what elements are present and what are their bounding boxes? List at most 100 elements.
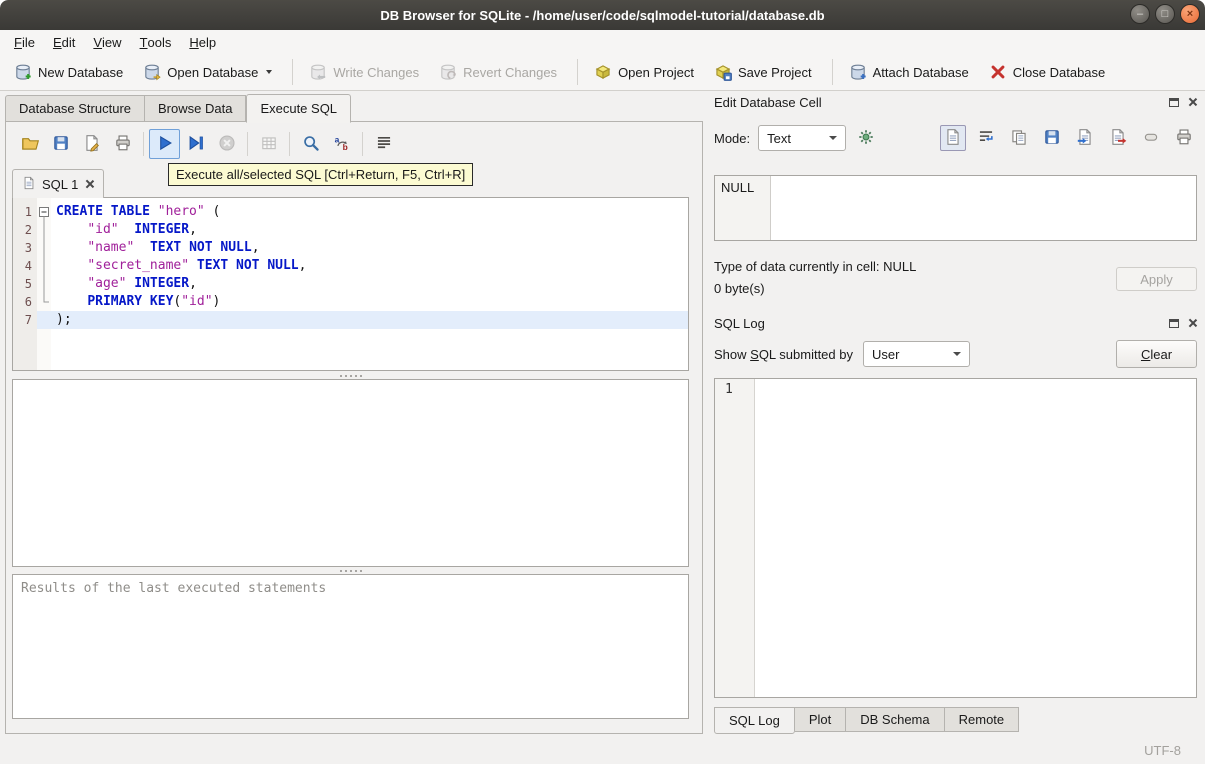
sql-code-line: 1 CREATE TABLE "hero" ( bbox=[13, 203, 688, 221]
toolbar-separator bbox=[143, 132, 144, 156]
cell-size-info: 0 byte(s) bbox=[714, 281, 765, 296]
toolbar-button-label: New Database bbox=[38, 64, 124, 80]
format-sql-button[interactable] bbox=[368, 129, 399, 159]
sql-log-dock-header: SQL Log bbox=[714, 314, 1197, 332]
auto-switch-mode-button[interactable] bbox=[853, 125, 879, 151]
word-wrap-button[interactable] bbox=[973, 125, 999, 151]
open-sql-file-button[interactable] bbox=[14, 129, 45, 159]
save-project-button[interactable]: Save Project bbox=[706, 58, 820, 86]
fold-margin[interactable] bbox=[37, 203, 51, 221]
dock-float-button[interactable] bbox=[1169, 318, 1179, 328]
sql-editor[interactable]: 1 CREATE TABLE "hero" (2 "id" INTEGER, 3 "… bbox=[12, 197, 689, 371]
results-placeholder: Results of the last executed statements bbox=[21, 581, 327, 596]
replace-icon: ab bbox=[333, 134, 351, 155]
export-button[interactable] bbox=[1105, 125, 1131, 151]
log-filter-combobox[interactable]: User bbox=[863, 341, 970, 367]
open-database-button[interactable]: Open Database bbox=[135, 58, 280, 86]
results-grid[interactable] bbox=[12, 379, 689, 567]
save-as-button[interactable] bbox=[1039, 125, 1065, 151]
toolbar-button-label: Write Changes bbox=[333, 64, 420, 80]
find-button[interactable] bbox=[295, 129, 326, 159]
menu-file[interactable]: File bbox=[5, 30, 44, 54]
maximize-button[interactable]: □ bbox=[1155, 4, 1175, 24]
close-tab-icon[interactable] bbox=[84, 179, 94, 189]
execute-all-icon bbox=[156, 134, 174, 155]
apply-button: Apply bbox=[1116, 267, 1197, 291]
statusbar: UTF-8 bbox=[0, 736, 1205, 764]
log-line-number: 1 bbox=[715, 379, 755, 697]
toolbar-button-label: Attach Database bbox=[872, 64, 969, 80]
export-results-icon bbox=[260, 134, 278, 155]
menubar: File Edit View Tools Help bbox=[0, 30, 1205, 54]
execute-line-button[interactable] bbox=[180, 129, 211, 159]
toolbar-separator bbox=[831, 59, 833, 85]
minimize-button[interactable]: – bbox=[1130, 4, 1150, 24]
sql-code-line: 7); bbox=[13, 311, 688, 329]
text-document-button[interactable] bbox=[940, 125, 966, 151]
tab-browse-data[interactable]: Browse Data bbox=[145, 95, 247, 122]
mode-combobox[interactable]: Text bbox=[758, 125, 847, 151]
clear-button-label: Clear bbox=[1140, 346, 1173, 362]
print-icon bbox=[1175, 128, 1193, 149]
dock-close-button[interactable] bbox=[1187, 97, 1197, 107]
dock-close-button[interactable] bbox=[1187, 318, 1197, 328]
revert-changes-icon bbox=[439, 63, 457, 81]
splitter-handle[interactable] bbox=[12, 567, 689, 574]
sql-editor-lines: 1 CREATE TABLE "hero" (2 "id" INTEGER, 3 "… bbox=[13, 203, 688, 329]
menu-edit[interactable]: Edit bbox=[44, 30, 84, 54]
sql-code-line: 5 "age" INTEGER, bbox=[13, 275, 688, 293]
menu-view[interactable]: View bbox=[84, 30, 130, 54]
print-button[interactable] bbox=[1171, 125, 1197, 151]
copy-icon bbox=[1010, 128, 1028, 149]
sql-tab[interactable]: SQL 1 bbox=[12, 169, 105, 198]
open-project-button[interactable]: Open Project bbox=[586, 58, 702, 86]
dock-float-button[interactable] bbox=[1169, 97, 1179, 107]
line-number: 4 bbox=[24, 259, 32, 273]
cell-edit-area[interactable]: NULL bbox=[714, 175, 1197, 241]
fold-margin bbox=[37, 239, 51, 257]
close-database-button[interactable]: Close Database bbox=[981, 58, 1114, 86]
main-tab-bar: Database Structure Browse Data Execute SQL bbox=[5, 94, 352, 123]
tab-execute-sql[interactable]: Execute SQL bbox=[246, 94, 352, 123]
main-toolbar: New Database Open Database Write Changes Re… bbox=[0, 54, 1205, 91]
save-sql-as-button[interactable] bbox=[76, 129, 107, 159]
attach-database-button[interactable]: Attach Database bbox=[841, 58, 977, 86]
save-sql-file-button[interactable] bbox=[45, 129, 76, 159]
new-database-button[interactable]: New Database bbox=[6, 58, 131, 86]
set-null-button[interactable] bbox=[1138, 125, 1164, 151]
open-database-icon bbox=[143, 63, 161, 81]
dock-tab-db-schema[interactable]: DB Schema bbox=[846, 707, 945, 732]
tab-database-structure[interactable]: Database Structure bbox=[5, 95, 146, 122]
dock-tab-remote[interactable]: Remote bbox=[944, 707, 1020, 732]
fold-margin bbox=[37, 275, 51, 293]
copy-button[interactable] bbox=[1006, 125, 1032, 151]
toolbar-button-label: Revert Changes bbox=[463, 64, 558, 80]
toolbar-button-label: Save Project bbox=[737, 64, 812, 80]
line-number: 7 bbox=[24, 313, 32, 327]
code-text: PRIMARY KEY("id") bbox=[87, 294, 221, 309]
close-window-button[interactable]: × bbox=[1180, 4, 1200, 24]
chevron-down-icon bbox=[829, 136, 838, 140]
menu-help[interactable]: Help bbox=[180, 30, 225, 54]
menu-tools[interactable]: Tools bbox=[131, 30, 181, 54]
print-button[interactable] bbox=[107, 129, 138, 159]
toolbar-separator bbox=[289, 132, 290, 156]
clear-log-button[interactable]: Clear bbox=[1116, 340, 1197, 368]
results-message-area[interactable]: Results of the last executed statements bbox=[12, 574, 689, 719]
toolbar-button-label: Open Project bbox=[618, 64, 694, 80]
open-project-icon bbox=[594, 63, 612, 81]
dock-tab-plot[interactable]: Plot bbox=[794, 707, 847, 732]
new-database-icon bbox=[14, 63, 32, 81]
sql-tab-label: SQL 1 bbox=[42, 176, 79, 192]
replace-button[interactable]: ab bbox=[326, 129, 357, 159]
line-number: 1 bbox=[24, 205, 32, 219]
fold-margin bbox=[37, 293, 51, 311]
cell-type-info: Type of data currently in cell: NULL bbox=[714, 259, 917, 274]
dock-tab-sql-log[interactable]: SQL Log bbox=[714, 707, 795, 734]
sql-tab-bar: SQL 1 bbox=[12, 169, 105, 198]
splitter-handle[interactable] bbox=[12, 372, 689, 379]
import-button[interactable] bbox=[1072, 125, 1098, 151]
execute-all-button[interactable] bbox=[149, 129, 180, 159]
stop-icon bbox=[218, 134, 236, 155]
sql-log-area[interactable]: 1 bbox=[714, 378, 1197, 698]
